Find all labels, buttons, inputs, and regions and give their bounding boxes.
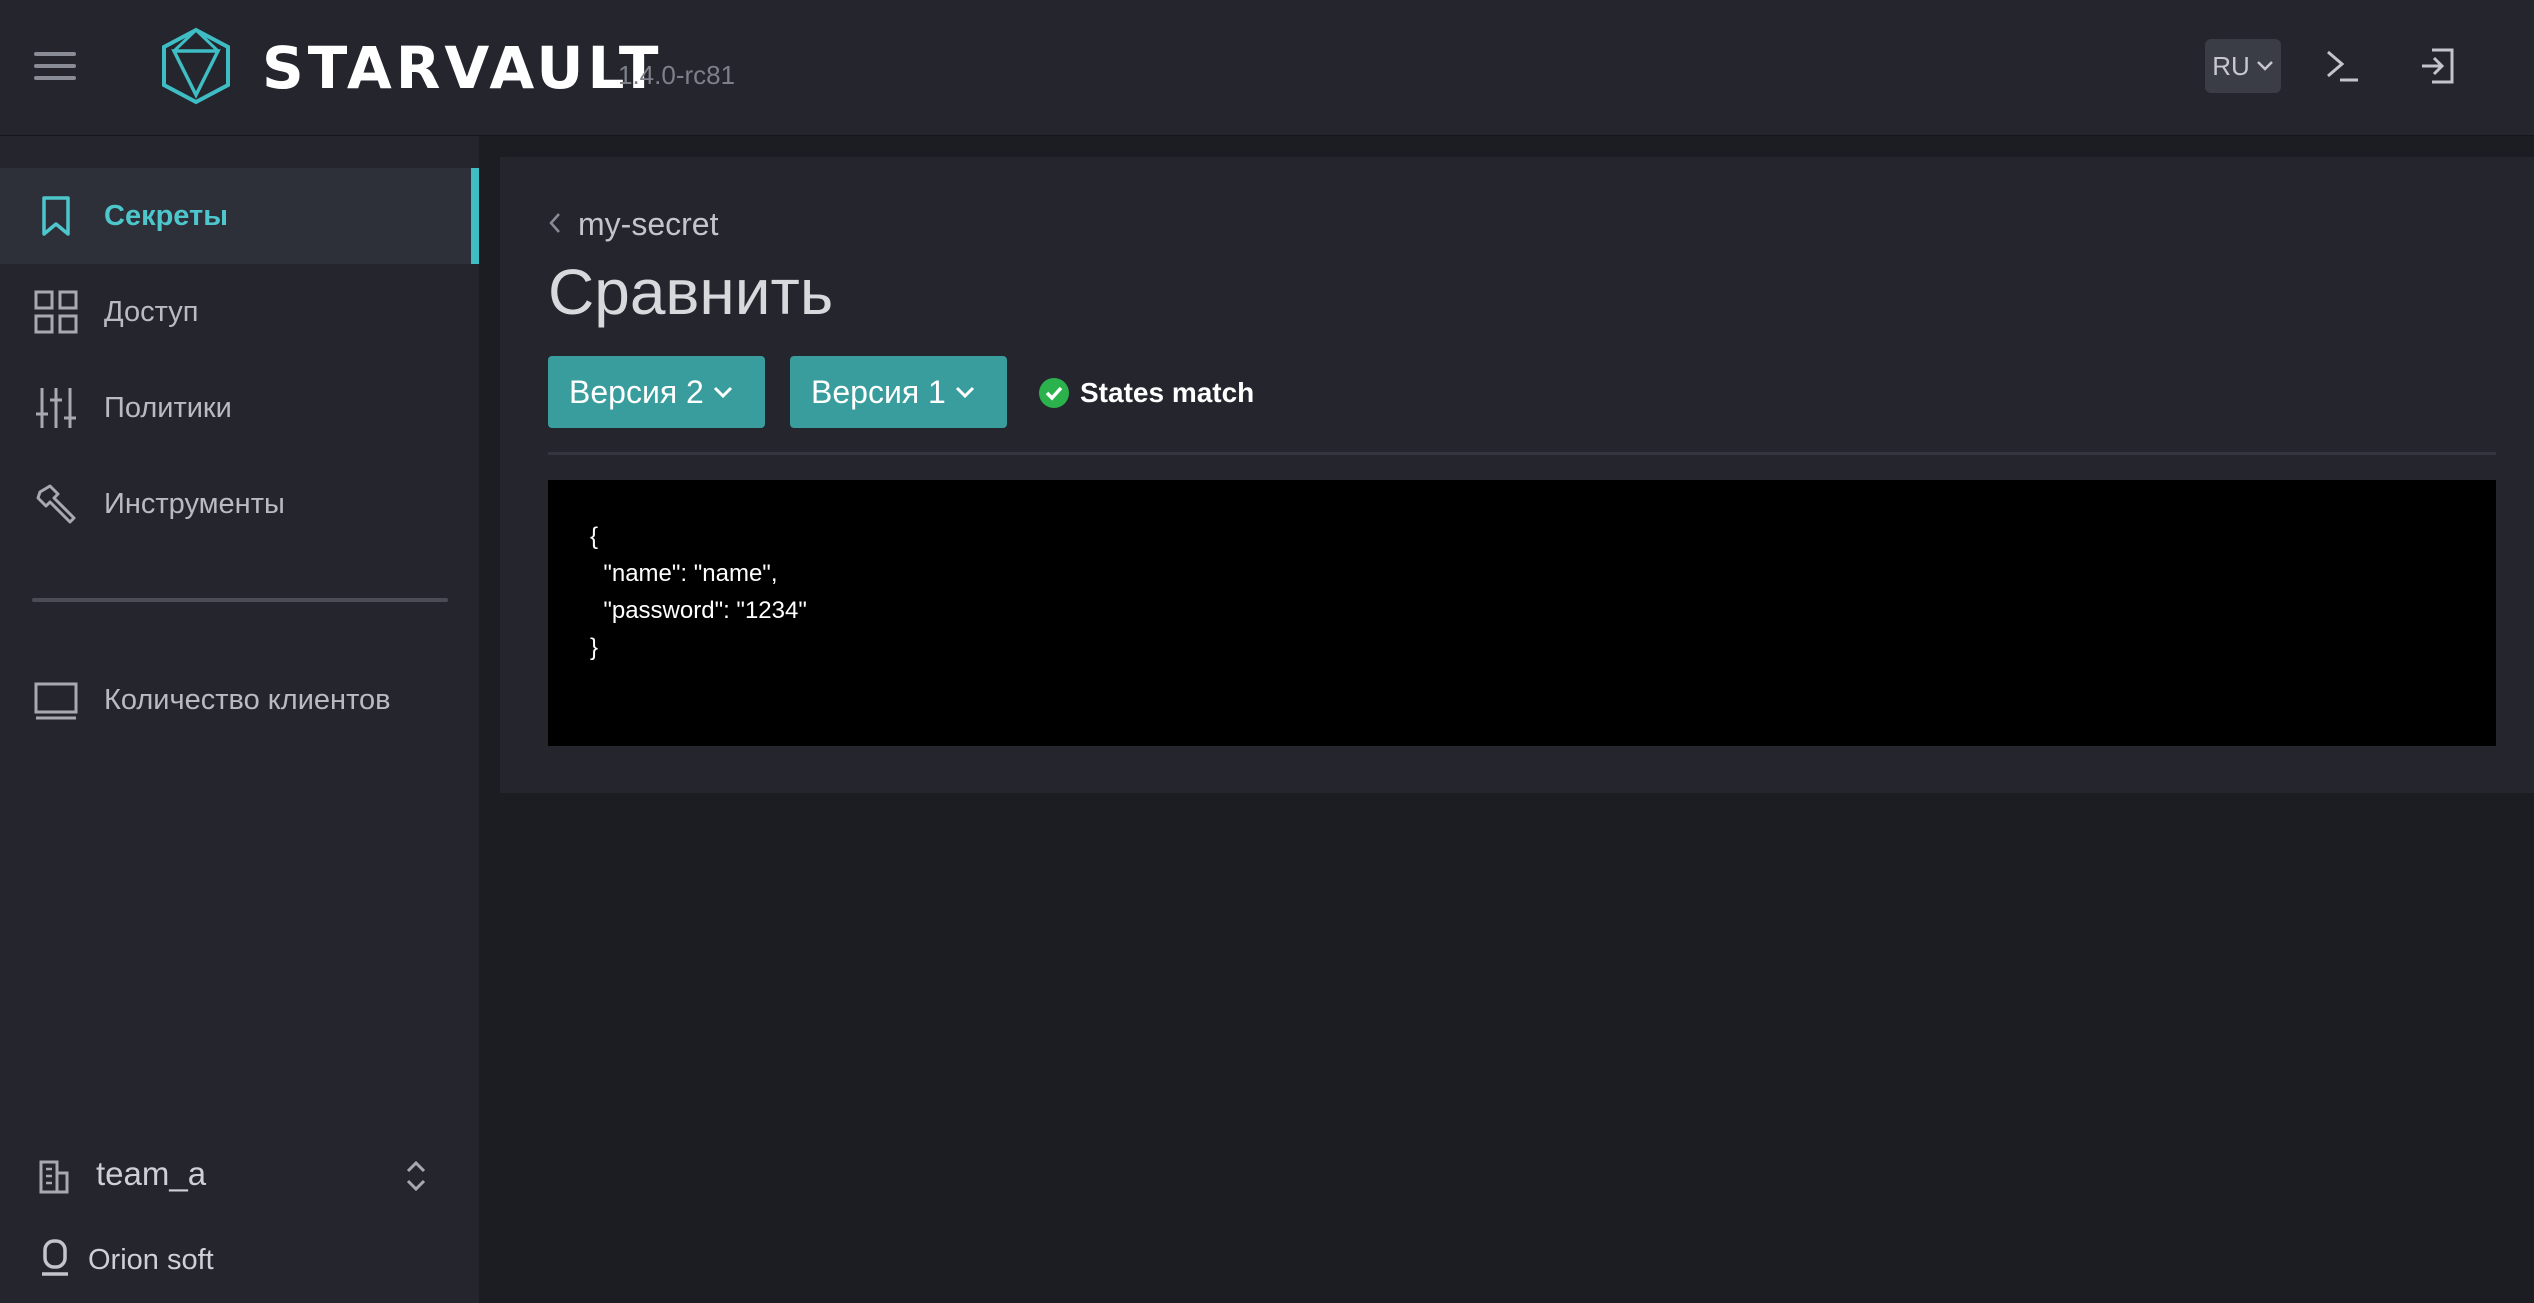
sidebar-item-access[interactable]: Доступ xyxy=(0,264,479,360)
chevron-updown-icon xyxy=(406,1160,426,1192)
team-switcher[interactable]: team_a xyxy=(0,1133,479,1219)
logo-icon xyxy=(162,27,230,105)
right-version-label: Версия 1 xyxy=(811,373,946,410)
chevron-down-icon xyxy=(955,386,974,399)
sidebar-item-secrets[interactable]: Секреты xyxy=(0,168,479,264)
status-text: States match xyxy=(1080,377,1255,408)
grid-icon xyxy=(34,290,78,334)
chevron-down-icon xyxy=(713,386,732,399)
diff-code-text: { "name": "name", "password": "1234" } xyxy=(590,523,807,661)
sidebar-item-label: Секреты xyxy=(104,199,229,232)
sliders-icon xyxy=(36,388,76,428)
menu-icon[interactable] xyxy=(34,52,76,82)
org-icon xyxy=(42,1239,68,1276)
sidebar-item-label: Политики xyxy=(104,391,232,424)
brand-name: STARVAULT xyxy=(262,34,663,102)
bookmark-icon xyxy=(42,196,70,236)
diff-code-block: { "name": "name", "password": "1234" } xyxy=(548,480,2496,746)
app-version: 1.4.0-rc81 xyxy=(618,60,736,90)
left-version-dropdown[interactable]: Версия 2 xyxy=(548,356,765,428)
compare-status: States match xyxy=(1038,377,1254,409)
page-title: Сравнить xyxy=(548,256,834,328)
logout-icon[interactable] xyxy=(2418,44,2458,88)
sidebar-item-label: Доступ xyxy=(104,295,199,328)
terminal-icon[interactable] xyxy=(2322,44,2362,88)
building-icon xyxy=(39,1160,69,1194)
sidebar-item-tools[interactable]: Инструменты xyxy=(0,456,479,552)
sidebar: Секреты Доступ Политики Инструменты Коли… xyxy=(0,136,479,1303)
monitor-icon xyxy=(34,682,78,720)
sidebar-item-label: Количество клиентов xyxy=(104,683,391,716)
check-circle-icon xyxy=(1039,378,1069,408)
chevron-down-icon xyxy=(2256,61,2273,71)
right-version-dropdown[interactable]: Версия 1 xyxy=(790,356,1007,428)
top-header: STARVAULT 1.4.0-rc81 RU xyxy=(0,0,2534,136)
sidebar-divider xyxy=(32,598,448,602)
left-version-label: Версия 2 xyxy=(569,373,704,410)
language-label: RU xyxy=(2212,50,2250,81)
section-divider xyxy=(548,452,2496,455)
team-name: team_a xyxy=(96,1155,207,1192)
language-selector[interactable]: RU xyxy=(2205,39,2281,93)
sidebar-item-label: Инструменты xyxy=(104,487,285,520)
sidebar-item-clients[interactable]: Количество клиентов xyxy=(0,652,479,748)
chevron-left-icon[interactable] xyxy=(548,212,562,234)
breadcrumb[interactable]: my-secret xyxy=(578,206,718,243)
wrench-icon xyxy=(36,484,76,524)
sidebar-item-policies[interactable]: Политики xyxy=(0,360,479,456)
org-name: Orion soft xyxy=(88,1244,214,1276)
